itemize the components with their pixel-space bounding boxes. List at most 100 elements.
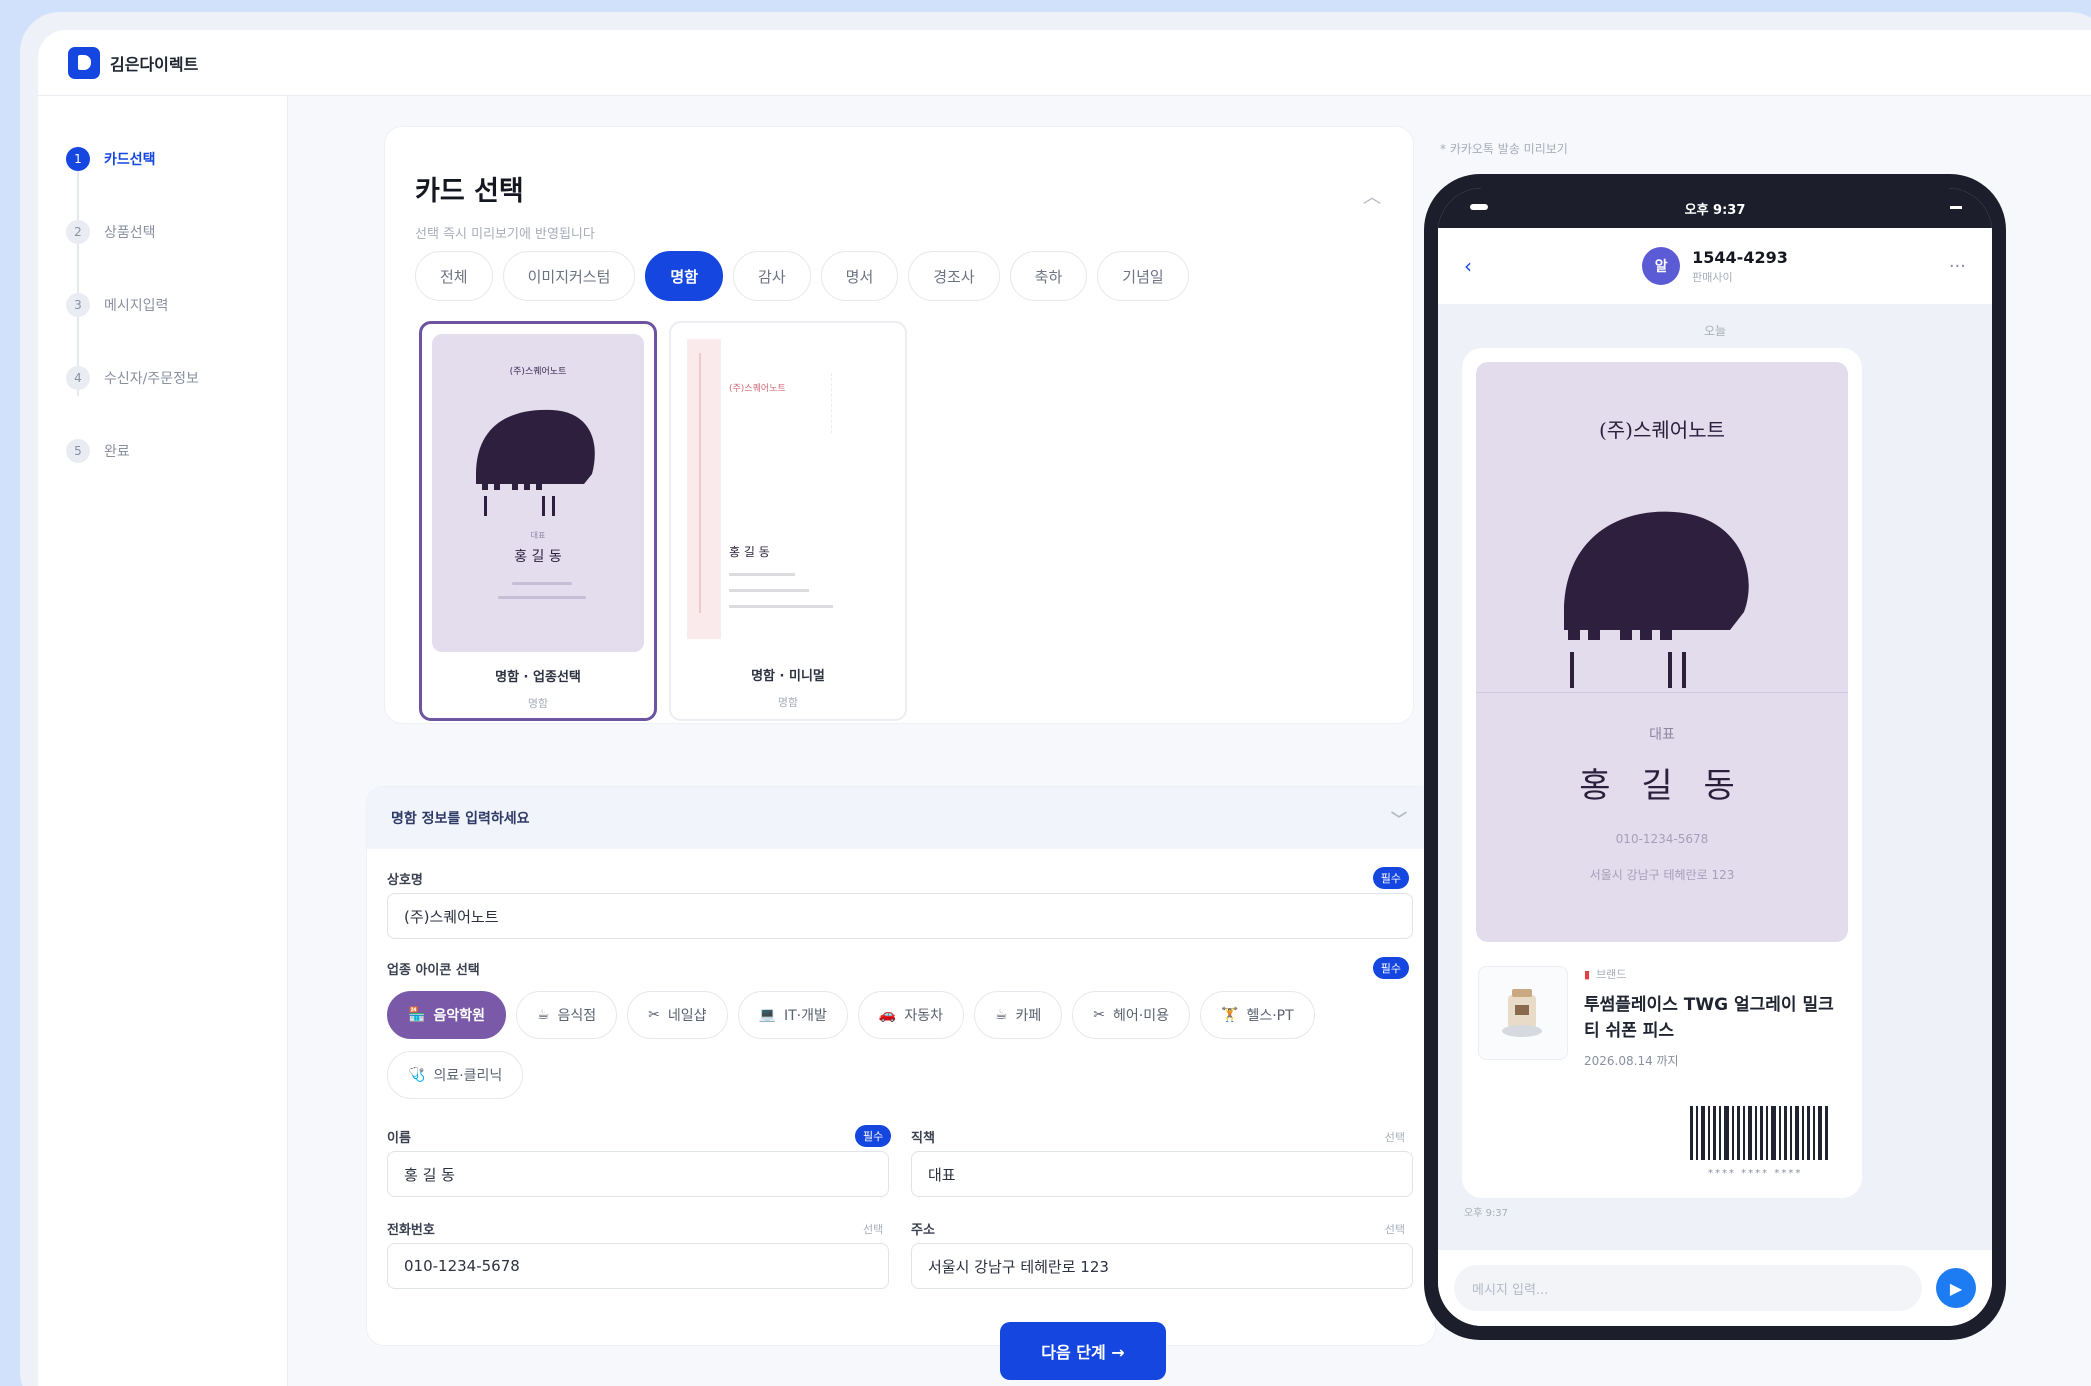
chevron-up-icon[interactable]: ︿ — [1363, 183, 1381, 209]
required-badge: 필수 — [1372, 957, 1409, 979]
category-chip[interactable]: 감사 — [733, 251, 811, 301]
card-thumbnail[interactable]: (주)스퀘어노트 홍 길 동 명함 · 미니멀 명함 — [669, 321, 907, 721]
sender-number: 1544-4293 — [1692, 247, 1788, 267]
chat-header: ‹ 알 1544-4293 판매사이 ··· — [1438, 228, 1992, 304]
laptop-icon: 💻 — [758, 1007, 776, 1023]
avatar: 알 — [1642, 247, 1681, 285]
step-label: 완료 — [104, 443, 130, 460]
thumb-name: 홍 길 동 — [729, 545, 770, 559]
icon-select-label: 업종 아이콘 선택 — [387, 963, 480, 978]
card-company: (주)스퀘어노트 — [1598, 418, 1725, 442]
coffee-icon: ☕ — [994, 1007, 1008, 1023]
phone-field[interactable]: 010-1234-5678 — [387, 1243, 889, 1289]
step-number: 4 — [66, 365, 90, 390]
card-thumbnail-selected[interactable]: (주)스퀘어노트 대표 홍 길 동 명함 · 업종선택 명함 — [419, 321, 657, 721]
main-content: 카드 선택 선택 즉시 미리보기에 반영됩니다 ︿ 전체 이미지커스텀 명함 감… — [288, 96, 1453, 1386]
piano-icon — [1564, 511, 1749, 688]
icon-option-music-academy[interactable]: 🏪 음악학원 — [387, 991, 506, 1039]
gift-voucher: ▮ 브랜드 투썸플레이스 TWG 얼그레이 밀크티 쉬폰 피스 2026.08.1… — [1476, 942, 1848, 1179]
category-chip[interactable]: 이미지커스텀 — [502, 251, 636, 301]
icon-option-nail-shop[interactable]: ✂ 네일샵 — [627, 991, 728, 1039]
car-icon: 🚗 — [878, 1007, 897, 1023]
gift-brand-label: 브랜드 — [1596, 968, 1627, 981]
required-badge: 필수 — [1372, 867, 1409, 889]
step-label: 수신자/주문정보 — [104, 370, 199, 387]
category-chips: 전체 이미지커스텀 명함 감사 명서 경조사 축하 기념일 — [415, 251, 1189, 301]
thumb-company: (주)스퀘어노트 — [729, 384, 786, 394]
day-divider: 오늘 — [1703, 324, 1727, 338]
card-thumbnail-sub: 명함 — [777, 696, 799, 709]
step-product-select[interactable]: 2 상품선택 — [38, 195, 287, 268]
optional-badge: 선택 — [1384, 1223, 1405, 1236]
company-field[interactable]: (주)스퀘어노트 — [387, 893, 1413, 939]
step-sidebar: 1 카드선택 2 상품선택 3 메시지입력 4 수신자/주문정보 5 완료 — [38, 96, 288, 1386]
icon-option-car[interactable]: 🚗 자동차 — [857, 991, 964, 1039]
phone-label: 전화번호 — [387, 1223, 435, 1238]
thumb-role: 대표 — [530, 531, 546, 540]
business-icon-options: 🏪 음악학원 ☕ 음식점 ✂ 네일샵 💻 IT·개발 🚗 자동차 ☕ 카페 ✂ 헤어·미용 🏋… — [387, 991, 1387, 1099]
title-field[interactable]: 대표 — [911, 1151, 1413, 1197]
card-thumbnail-name: 명함 · 업종선택 — [495, 670, 581, 685]
thumb-name: 홍 길 동 — [514, 549, 562, 565]
stethoscope-icon: 🩺 — [408, 1067, 426, 1083]
message-input[interactable]: 메시지 입력... — [1454, 1265, 1922, 1311]
card-role: 대표 — [1649, 727, 1675, 743]
icon-option-label: 헤어·미용 — [1113, 1008, 1170, 1024]
preview-label: * 카카오톡 발송 미리보기 — [1440, 142, 1568, 156]
barcode — [1690, 1106, 1828, 1160]
category-chip[interactable]: 경조사 — [908, 251, 1000, 301]
chevron-down-icon[interactable]: ﹀ — [1391, 806, 1407, 830]
company-label: 상호명 — [387, 873, 423, 888]
icon-option-cafe[interactable]: ☕ 카페 — [973, 991, 1063, 1039]
phone-preview: 오후 9:37 ‹ 알 1544-4293 판매사이 ··· 오늘 (주)스퀘어… — [1424, 174, 2006, 1340]
step-number: 2 — [66, 219, 90, 244]
signal-icon — [1470, 204, 1488, 210]
gift-expiry: 2026.08.14 까지 — [1584, 1054, 1679, 1068]
icon-option-label: 카페 — [1015, 1008, 1042, 1024]
category-chip[interactable]: 축하 — [1009, 251, 1088, 301]
category-chip-active[interactable]: 명함 — [645, 251, 724, 301]
message-timestamp: 오후 9:37 — [1464, 1208, 1509, 1219]
message-bubble: (주)스퀘어노트 대표 홍 길 동 010-1234-5678 서울시 강남구 … — [1462, 348, 1862, 1198]
icon-option-label: 자동차 — [904, 1008, 943, 1024]
icon-option-label: 의료·클리닉 — [433, 1068, 503, 1084]
step-label: 상품선택 — [104, 224, 156, 241]
step-complete[interactable]: 5 완료 — [38, 414, 287, 487]
name-field[interactable]: 홍 길 동 — [387, 1151, 889, 1197]
card-thumbnail-image: (주)스퀘어노트 대표 홍 길 동 — [432, 334, 644, 652]
phone-screen: 오후 9:37 ‹ 알 1544-4293 판매사이 ··· 오늘 (주)스퀘어… — [1438, 188, 1992, 1326]
logo-icon — [68, 46, 100, 79]
scissors-icon: ✂ — [648, 1007, 660, 1023]
status-bar: 오후 9:37 — [1438, 188, 1992, 228]
next-step-button[interactable]: 다음 단계 → — [1000, 1322, 1166, 1380]
card-thumbnail-name: 명함 · 미니멀 — [751, 669, 825, 684]
top-bar: 김은다이렉트 — [38, 30, 2091, 96]
icon-option-hair[interactable]: ✂ 헤어·미용 — [1072, 991, 1191, 1039]
back-icon[interactable]: ‹ — [1464, 254, 1472, 278]
icon-option-label: 헬스·PT — [1246, 1008, 1294, 1024]
card-phone: 010-1234-5678 — [1615, 832, 1709, 846]
card-select-subtitle: 선택 즉시 미리보기에 반영됩니다 — [415, 227, 595, 242]
step-message-input[interactable]: 3 메시지입력 — [38, 268, 287, 341]
app-title: 김은다이렉트 — [110, 54, 199, 74]
form-header-title: 명함 정보를 입력하세요 — [391, 811, 530, 827]
step-recipient-order[interactable]: 4 수신자/주문정보 — [38, 341, 287, 414]
optional-badge: 선택 — [1384, 1131, 1405, 1144]
gift-icon: ▮ — [1584, 968, 1591, 981]
more-icon[interactable]: ··· — [1949, 256, 1966, 277]
step-card-select[interactable]: 1 카드선택 — [38, 122, 287, 195]
card-thumbnail-sub: 명함 — [527, 697, 549, 710]
icon-option-it[interactable]: 💻 IT·개발 — [737, 991, 848, 1039]
icon-option-restaurant[interactable]: ☕ 음식점 — [515, 991, 618, 1039]
gift-product: 투썸플레이스 TWG 얼그레이 밀크티 쉬폰 피스 — [1584, 995, 1834, 1041]
address-field[interactable]: 서울시 강남구 테헤란로 123 — [911, 1243, 1413, 1289]
icon-option-medical[interactable]: 🩺 의료·클리닉 — [387, 1051, 524, 1099]
category-chip[interactable]: 전체 — [415, 251, 493, 301]
category-chip[interactable]: 명서 — [820, 251, 899, 301]
send-icon[interactable]: ▶ — [1936, 1268, 1976, 1308]
card-name: 홍 길 동 — [1579, 766, 1745, 806]
form-header[interactable]: 명함 정보를 입력하세요 ﹀ — [367, 787, 1435, 849]
step-number: 3 — [66, 292, 90, 317]
icon-option-fitness[interactable]: 🏋 헬스·PT — [1200, 991, 1315, 1039]
category-chip[interactable]: 기념일 — [1097, 251, 1189, 301]
